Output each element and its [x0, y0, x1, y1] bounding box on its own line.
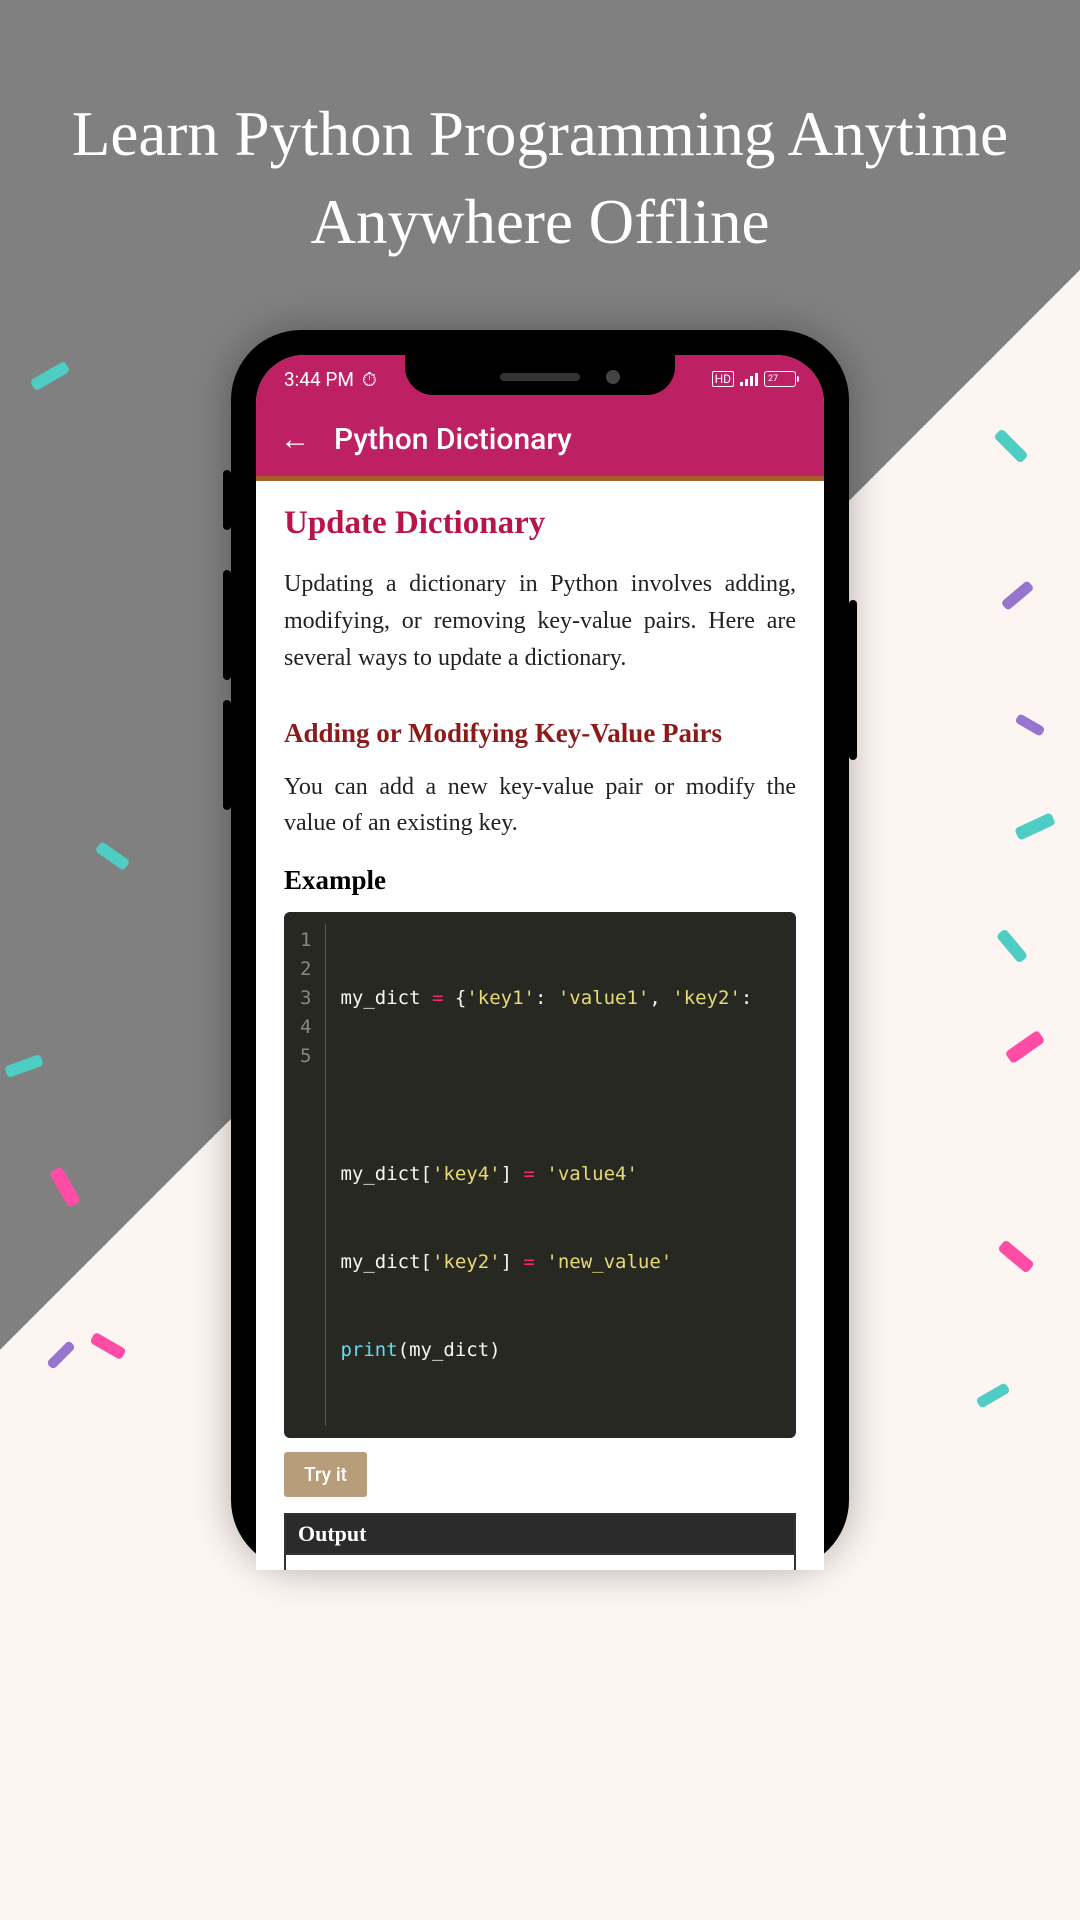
example-label: Example — [284, 865, 796, 896]
intro-text: Updating a dictionary in Python involves… — [284, 566, 796, 678]
phone-mockup: 3:44 PM ⏱ HD 27 ← Python Dictionary Upda… — [231, 330, 849, 1570]
volte-icon: HD — [712, 371, 734, 387]
output-body: Click on try it to see output — [284, 1555, 796, 1570]
signal-icon — [740, 372, 758, 386]
back-arrow-icon[interactable]: ← — [280, 423, 310, 457]
output-header: Output — [284, 1513, 796, 1555]
subsection-text: You can add a new key-value pair or modi… — [284, 769, 796, 841]
status-time: 3:44 PM — [284, 368, 354, 391]
battery-icon: 27 — [764, 371, 796, 387]
phone-notch — [405, 355, 675, 395]
section-title: Update Dictionary — [284, 505, 796, 542]
promo-headline: Learn Python Programming Anytime Anywher… — [0, 90, 1080, 266]
app-bar: ← Python Dictionary — [256, 403, 824, 481]
try-it-button[interactable]: Try it — [284, 1452, 367, 1497]
content-area[interactable]: Update Dictionary Updating a dictionary … — [256, 481, 824, 1570]
code-content: my_dict = {'key1': 'value1', 'key2': my_… — [326, 924, 766, 1426]
page-title: Python Dictionary — [334, 422, 572, 457]
line-numbers: 1 2 3 4 5 — [284, 924, 326, 1426]
subsection-title: Adding or Modifying Key-Value Pairs — [284, 718, 796, 749]
alarm-icon: ⏱ — [362, 368, 377, 391]
code-block: 1 2 3 4 5 my_dict = {'key1': 'value1', '… — [284, 912, 796, 1438]
